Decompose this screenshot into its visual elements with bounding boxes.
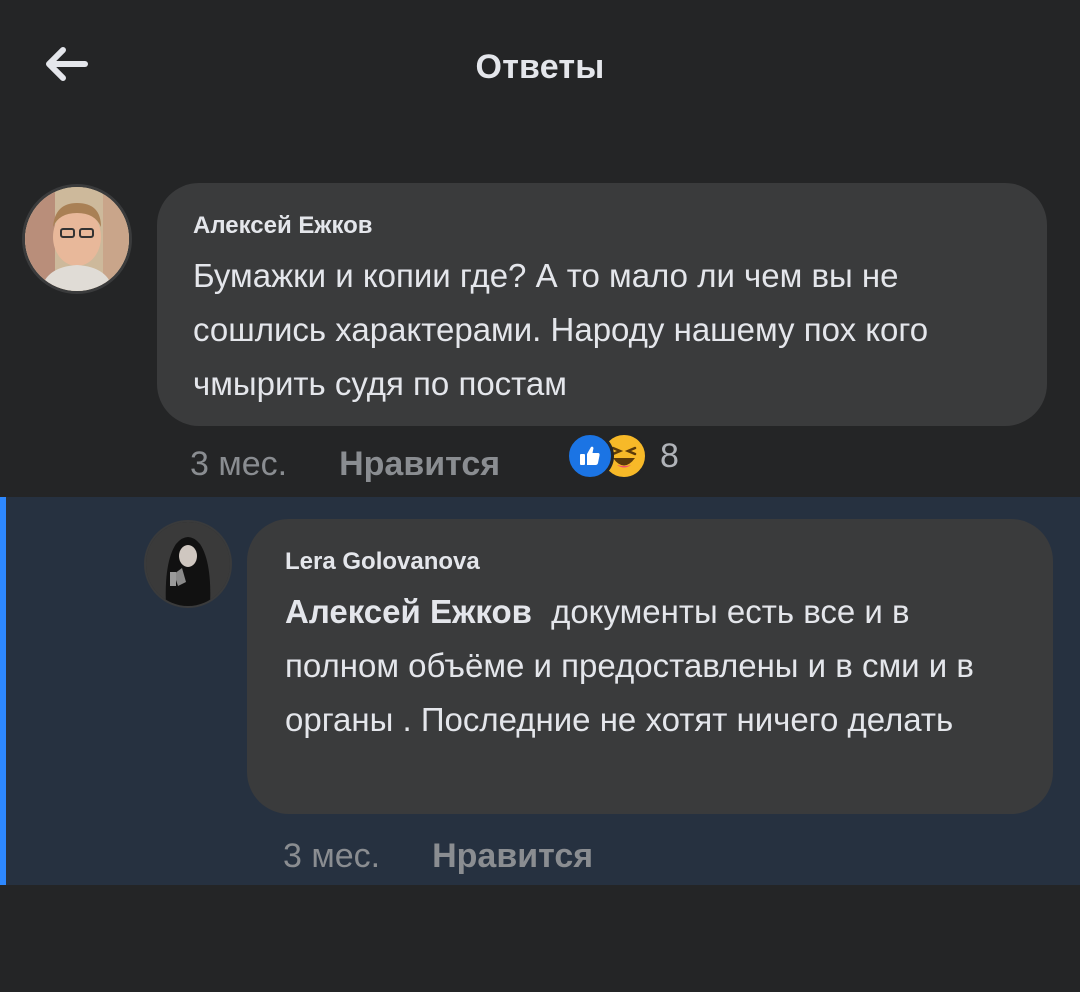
highlight-bar xyxy=(0,497,6,885)
user-photo-icon xyxy=(25,187,129,291)
comment-meta: 3 мес. Нравится xyxy=(190,445,500,484)
like-button[interactable]: Нравится xyxy=(339,445,500,484)
reply-time[interactable]: 3 мес. xyxy=(283,837,380,876)
reaction-count: 8 xyxy=(660,436,679,475)
replies-screen: Ответы Алексей Ежков Бумажки и копии где… xyxy=(0,0,1080,992)
avatar[interactable] xyxy=(22,184,132,294)
reply-meta: 3 мес. Нравится xyxy=(283,837,593,876)
comment-text: Бумажки и копии где? А то мало ли чем вы… xyxy=(193,257,929,402)
comment-bubble[interactable]: Алексей Ежков Бумажки и копии где? А то … xyxy=(157,183,1047,426)
comment-time[interactable]: 3 мес. xyxy=(190,445,287,484)
reply-like-button[interactable]: Нравится xyxy=(432,837,593,876)
reply-text-block: Алексей Ежков документы есть все и в пол… xyxy=(285,585,1017,747)
mention-link[interactable]: Алексей Ежков xyxy=(285,593,532,630)
reply-avatar[interactable] xyxy=(144,520,232,608)
user-photo-icon xyxy=(146,522,230,606)
comment-author[interactable]: Алексей Ежков xyxy=(193,211,1011,241)
reply-bubble[interactable]: Lera Golovanova Алексей Ежков документы … xyxy=(247,519,1053,814)
like-icon xyxy=(566,432,614,480)
header: Ответы xyxy=(0,0,1080,140)
reply-author[interactable]: Lera Golovanova xyxy=(285,547,1017,577)
page-title: Ответы xyxy=(475,48,605,86)
reactions-summary[interactable]: 8 xyxy=(566,432,679,480)
